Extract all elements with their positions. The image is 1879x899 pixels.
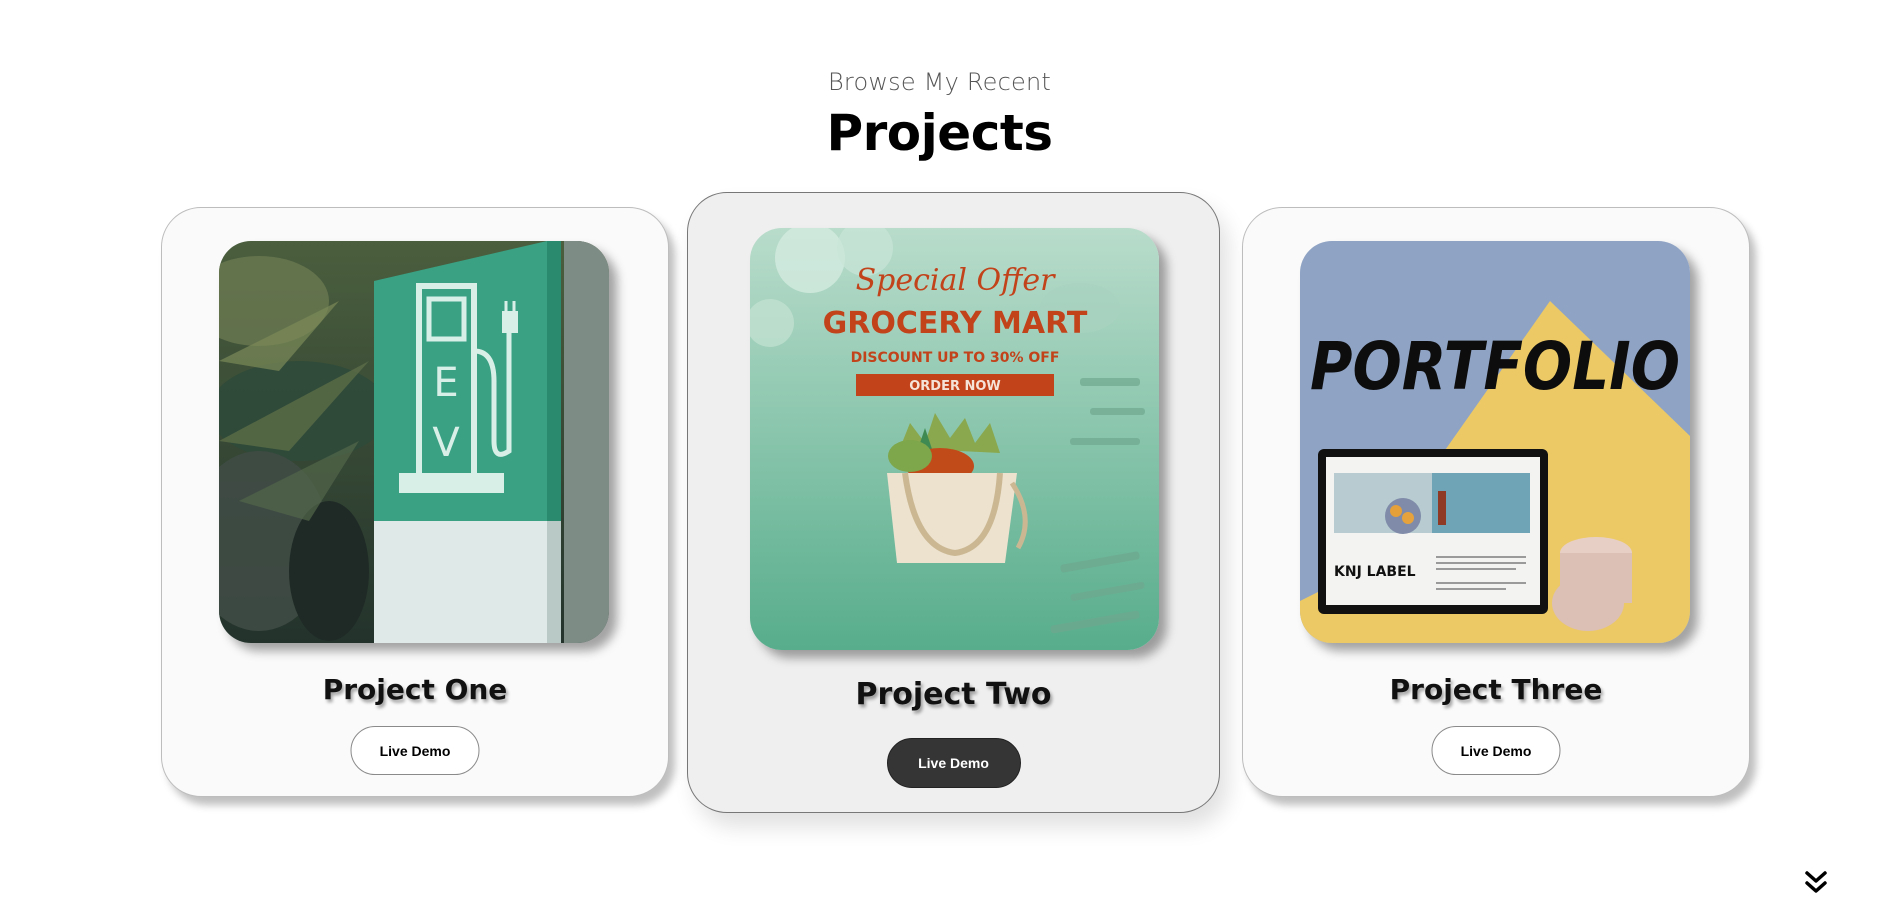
portfolio-headline: PORTFOLIO xyxy=(1310,328,1680,405)
project-card-one: E V Project One Live Demo xyxy=(161,207,669,797)
project-one-image: E V xyxy=(219,241,609,643)
project-two-live-demo-button[interactable]: Live Demo xyxy=(886,738,1021,788)
project-one-live-demo-button[interactable]: Live Demo xyxy=(350,726,480,775)
section-subtitle: Browse My Recent xyxy=(828,68,1051,96)
project-two-title: Project Two xyxy=(855,677,1052,712)
order-now-text: ORDER NOW xyxy=(909,379,1001,394)
ev-letter-v: V xyxy=(432,420,460,466)
project-three-live-demo-button[interactable]: Live Demo xyxy=(1431,726,1561,775)
project-two-image: Special Offer GROCERY MART DISCOUNT UP T… xyxy=(750,228,1159,650)
project-three-title: Project Three xyxy=(1389,673,1603,706)
project-one-title: Project One xyxy=(322,673,508,706)
double-chevron-down-icon[interactable] xyxy=(1802,868,1830,896)
knj-label-text: KNJ LABEL xyxy=(1334,564,1416,580)
section-header: Browse My Recent Projects xyxy=(0,68,1879,162)
project-card-three: PORTFOLIO KNJ LABEL Project Three Live D… xyxy=(1242,207,1750,797)
project-three-image: PORTFOLIO KNJ LABEL xyxy=(1300,241,1690,643)
section-title: Projects xyxy=(826,104,1053,162)
discount-text: DISCOUNT UP TO 30% OFF xyxy=(851,350,1060,366)
project-card-two: Special Offer GROCERY MART DISCOUNT UP T… xyxy=(687,192,1220,813)
ev-letter-e: E xyxy=(433,360,458,406)
special-offer-text: Special Offer xyxy=(856,263,1057,298)
grocery-headline: GROCERY MART xyxy=(823,306,1088,341)
